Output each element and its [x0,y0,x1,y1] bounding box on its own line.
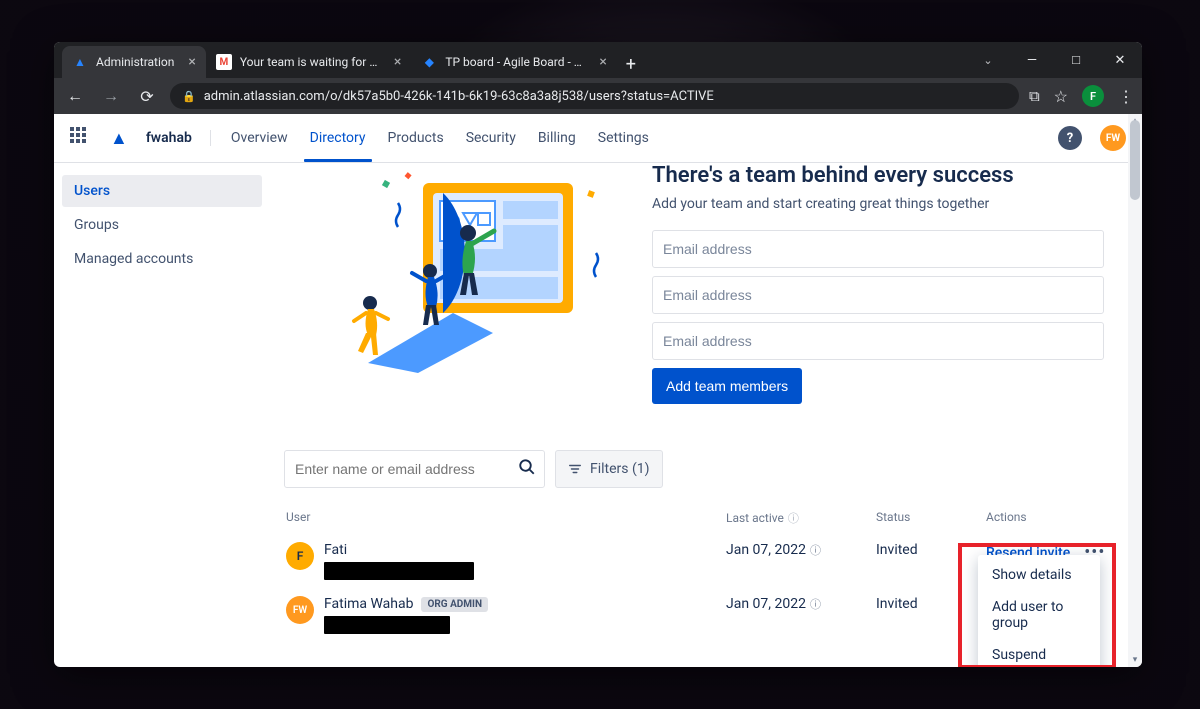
org-admin-badge: ORG ADMIN [421,597,488,612]
sidebar: Users Groups Managed accounts [54,163,270,667]
app-top-nav: ▲ fwahab Overview Directory Products Sec… [54,114,1142,163]
org-name[interactable]: fwahab [146,130,211,146]
browser-tab[interactable]: M Your team is waiting for you to jo × [206,46,411,78]
nav-overview[interactable]: Overview [229,130,290,146]
main-content: There's a team behind every success Add … [270,163,1142,667]
filters-button[interactable]: Filters (1) [555,450,663,488]
row-actions-dropdown: Show details Add user to group Suspend a… [978,555,1100,667]
nav-directory[interactable]: Directory [308,130,368,146]
last-active-cell: Jan 07, 2022ⓘ [726,542,876,558]
atlassian-favicon: ▲ [72,54,88,70]
team-panel-title: There's a team behind every success [652,163,1104,188]
new-tab-button[interactable]: + [617,50,645,78]
team-illustration [308,163,628,383]
col-last-active: Last activeⓘ [726,510,876,526]
redacted-email [324,616,450,634]
col-status: Status [876,510,986,526]
status-cell: Invited [876,542,986,558]
last-active-cell: Jan 07, 2022ⓘ [726,596,876,612]
install-app-icon[interactable]: ⧉ [1029,87,1040,105]
browser-tab-strip: ▲ Administration × M Your team is waitin… [54,42,1142,78]
jira-favicon: ◆ [421,54,437,70]
info-icon[interactable]: ⓘ [810,598,821,611]
window-minimize-button[interactable]: — [1010,44,1054,76]
lock-icon: 🔒 [182,90,196,103]
info-icon[interactable]: ⓘ [788,512,799,525]
browser-tab-active[interactable]: ▲ Administration × [62,46,206,78]
sidebar-item-groups[interactable]: Groups [62,209,262,241]
browser-toolbar: ← → ⟳ 🔒 admin.atlassian.com/o/dk57a5b0-4… [54,78,1142,114]
filter-icon [568,462,582,476]
redacted-email [324,562,474,580]
help-icon[interactable]: ? [1058,126,1082,150]
email-input-3[interactable] [652,322,1104,360]
menu-suspend-access[interactable]: Suspend access [978,639,1100,667]
atlassian-logo-icon[interactable]: ▲ [110,128,128,149]
users-table-header: User Last activeⓘ Status Actions [284,502,1128,534]
nav-security[interactable]: Security [464,130,518,146]
menu-show-details[interactable]: Show details [978,559,1100,591]
address-bar[interactable]: 🔒 admin.atlassian.com/o/dk57a5b0-426k-14… [170,83,1019,109]
window-maximize-button[interactable]: □ [1054,44,1098,76]
add-team-members-button[interactable]: Add team members [652,368,802,404]
info-icon[interactable]: ⓘ [810,544,821,557]
tab-title: Your team is waiting for you to jo [240,55,380,69]
bookmark-star-icon[interactable]: ☆ [1054,87,1068,106]
back-button[interactable]: ← [62,86,88,106]
tab-title: Administration [96,55,174,69]
status-cell: Invited [876,596,986,612]
close-tab-icon[interactable]: × [394,54,401,70]
close-tab-icon[interactable]: × [188,54,195,70]
tab-search-icon[interactable]: ⌄ [966,44,1010,76]
user-search-box[interactable] [284,450,545,488]
search-input[interactable] [293,460,518,478]
user-avatar: F [286,542,314,570]
profile-avatar[interactable]: F [1082,85,1104,107]
chrome-menu-icon[interactable]: ⋮ [1118,87,1134,106]
window-close-button[interactable]: ✕ [1098,44,1142,76]
nav-billing[interactable]: Billing [536,130,578,146]
filters-label: Filters (1) [590,461,650,477]
col-actions: Actions [986,510,1126,526]
browser-tab[interactable]: ◆ TP board - Agile Board - Jira × [411,46,616,78]
reload-button[interactable]: ⟳ [134,87,160,106]
sidebar-item-managed-accounts[interactable]: Managed accounts [62,243,262,275]
close-tab-icon[interactable]: × [599,54,606,70]
sidebar-item-users[interactable]: Users [62,175,262,207]
user-name: Fatima Wahab [324,596,413,612]
email-input-2[interactable] [652,276,1104,314]
team-panel-subtitle: Add your team and start creating great t… [652,196,1104,212]
menu-add-user-to-group[interactable]: Add user to group [978,591,1100,639]
tab-title: TP board - Agile Board - Jira [445,55,585,69]
user-avatar[interactable]: FW [1100,125,1126,151]
user-avatar: FW [286,596,314,624]
url-text: admin.atlassian.com/o/dk57a5b0-426k-141b… [204,89,714,104]
add-team-panel: There's a team behind every success Add … [284,163,1128,426]
user-name: Fati [324,542,347,558]
nav-settings[interactable]: Settings [596,130,651,146]
search-icon[interactable] [518,458,536,481]
forward-button[interactable]: → [98,86,124,106]
email-input-1[interactable] [652,230,1104,268]
app-switcher-icon[interactable] [70,127,92,149]
col-user: User [286,510,726,526]
gmail-favicon: M [216,54,232,70]
filter-row: Filters (1) [284,450,1128,488]
nav-products[interactable]: Products [386,130,446,146]
